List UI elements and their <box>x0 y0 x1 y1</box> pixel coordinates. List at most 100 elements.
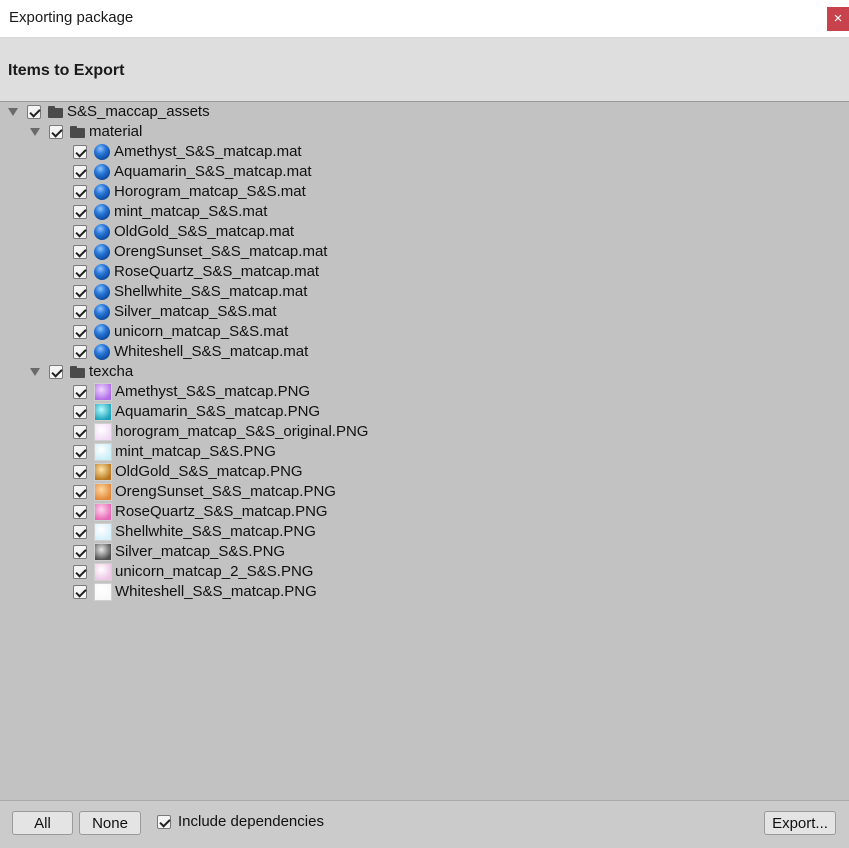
file-label: Silver_matcap_S&S.PNG <box>115 543 286 560</box>
texture-thumbnail-icon <box>94 403 112 421</box>
file-label: mint_matcap_S&S.mat <box>114 203 268 220</box>
tree-file-row[interactable]: Amethyst_S&S_matcap.PNG <box>73 382 310 402</box>
file-checkbox[interactable] <box>73 445 87 459</box>
all-button[interactable]: All <box>12 811 73 835</box>
tree-file-row[interactable]: Horogram_matcap_S&S.mat <box>73 182 306 202</box>
file-label: mint_matcap_S&S.PNG <box>115 443 276 460</box>
tree-file-row[interactable]: mint_matcap_S&S.mat <box>73 202 267 222</box>
material-sphere-icon <box>94 164 110 180</box>
file-checkbox[interactable] <box>73 385 87 399</box>
folder-checkbox[interactable] <box>49 365 63 379</box>
texture-thumbnail-icon <box>94 483 112 501</box>
file-checkbox[interactable] <box>73 405 87 419</box>
root-checkbox[interactable] <box>27 105 41 119</box>
tree-file-row[interactable]: OldGold_S&S_matcap.PNG <box>73 462 303 482</box>
root-folder-label: S&S_maccap_assets <box>67 103 210 120</box>
file-checkbox[interactable] <box>73 325 87 339</box>
expand-arrow-icon[interactable] <box>30 368 40 376</box>
file-checkbox[interactable] <box>73 465 87 479</box>
tree-file-row[interactable]: unicorn_matcap_2_S&S.PNG <box>73 562 313 582</box>
file-checkbox[interactable] <box>73 245 87 259</box>
texture-thumbnail-icon <box>94 423 112 441</box>
folder-checkbox[interactable] <box>49 125 63 139</box>
tree-file-row[interactable]: mint_matcap_S&S.PNG <box>73 442 276 462</box>
tree-file-row[interactable]: Aquamarin_S&S_matcap.mat <box>73 162 312 182</box>
tree-file-row[interactable]: RoseQuartz_S&S_matcap.mat <box>73 262 319 282</box>
tree-file-row[interactable]: Shellwhite_S&S_matcap.mat <box>73 282 307 302</box>
texture-thumbnail-icon <box>94 583 112 601</box>
export-tree: S&S_maccap_assets material Amethyst_S&S_m… <box>0 102 849 800</box>
window-title: Exporting package <box>9 9 134 26</box>
file-checkbox[interactable] <box>73 305 87 319</box>
items-header: Items to Export <box>0 38 849 102</box>
material-sphere-icon <box>94 344 110 360</box>
file-checkbox[interactable] <box>73 425 87 439</box>
file-label: RoseQuartz_S&S_matcap.PNG <box>115 503 328 520</box>
include-dependencies-checkbox[interactable] <box>157 814 171 829</box>
tree-file-row[interactable]: Amethyst_S&S_matcap.mat <box>73 142 302 162</box>
file-checkbox[interactable] <box>73 525 87 539</box>
file-label: Amethyst_S&S_matcap.mat <box>114 143 302 160</box>
expand-arrow-icon[interactable] <box>30 128 40 136</box>
tree-folder-row[interactable]: texcha <box>30 362 133 382</box>
file-checkbox[interactable] <box>73 585 87 599</box>
file-label: Shellwhite_S&S_matcap.PNG <box>115 523 316 540</box>
folder-icon <box>70 126 85 138</box>
material-sphere-icon <box>94 184 110 200</box>
none-button[interactable]: None <box>79 811 141 835</box>
file-checkbox[interactable] <box>73 505 87 519</box>
texture-thumbnail-icon <box>94 503 112 521</box>
file-checkbox[interactable] <box>73 225 87 239</box>
material-sphere-icon <box>94 324 110 340</box>
texture-thumbnail-icon <box>94 523 112 541</box>
tree-file-row[interactable]: RoseQuartz_S&S_matcap.PNG <box>73 502 328 522</box>
tree-file-row[interactable]: OrengSunset_S&S_matcap.PNG <box>73 482 336 502</box>
tree-file-row[interactable]: Aquamarin_S&S_matcap.PNG <box>73 402 320 422</box>
export-button[interactable]: Export... <box>764 811 836 835</box>
tree-root-row[interactable]: S&S_maccap_assets <box>8 102 210 122</box>
file-checkbox[interactable] <box>73 185 87 199</box>
tree-file-row[interactable]: OrengSunset_S&S_matcap.mat <box>73 242 327 262</box>
file-checkbox[interactable] <box>73 565 87 579</box>
texture-thumbnail-icon <box>94 543 112 561</box>
tree-file-row[interactable]: Silver_matcap_S&S.PNG <box>73 542 285 562</box>
expand-arrow-icon[interactable] <box>8 108 18 116</box>
tree-file-row[interactable]: Whiteshell_S&S_matcap.mat <box>73 342 308 362</box>
file-label: unicorn_matcap_2_S&S.PNG <box>115 563 314 580</box>
tree-file-row[interactable]: unicorn_matcap_S&S.mat <box>73 322 288 342</box>
tree-file-row[interactable]: horogram_matcap_S&S_original.PNG <box>73 422 368 442</box>
material-sphere-icon <box>94 304 110 320</box>
file-checkbox[interactable] <box>73 545 87 559</box>
file-checkbox[interactable] <box>73 165 87 179</box>
file-label: unicorn_matcap_S&S.mat <box>114 323 289 340</box>
file-label: Horogram_matcap_S&S.mat <box>114 183 306 200</box>
file-label: OrengSunset_S&S_matcap.PNG <box>115 483 336 500</box>
include-dependencies-label: Include dependencies <box>178 813 324 830</box>
texture-thumbnail-icon <box>94 463 112 481</box>
footer-bar: All None Include dependencies Export... <box>0 800 849 848</box>
file-checkbox[interactable] <box>73 265 87 279</box>
file-checkbox[interactable] <box>73 285 87 299</box>
title-bar: Exporting package × <box>0 0 849 38</box>
tree-file-row[interactable]: Shellwhite_S&S_matcap.PNG <box>73 522 316 542</box>
material-sphere-icon <box>94 144 110 160</box>
material-sphere-icon <box>94 284 110 300</box>
tree-folder-row[interactable]: material <box>30 122 142 142</box>
file-checkbox[interactable] <box>73 345 87 359</box>
close-button[interactable]: × <box>827 7 849 31</box>
file-checkbox[interactable] <box>73 145 87 159</box>
tree-file-row[interactable]: OldGold_S&S_matcap.mat <box>73 222 294 242</box>
file-label: Shellwhite_S&S_matcap.mat <box>114 283 308 300</box>
texture-thumbnail-icon <box>94 563 112 581</box>
texture-thumbnail-icon <box>94 383 112 401</box>
tree-file-row[interactable]: Whiteshell_S&S_matcap.PNG <box>73 582 317 602</box>
material-sphere-icon <box>94 224 110 240</box>
include-dependencies-toggle[interactable]: Include dependencies <box>157 813 324 830</box>
file-label: OldGold_S&S_matcap.mat <box>114 223 295 240</box>
file-label: Whiteshell_S&S_matcap.PNG <box>115 583 317 600</box>
file-label: OrengSunset_S&S_matcap.mat <box>114 243 328 260</box>
file-label: Whiteshell_S&S_matcap.mat <box>114 343 309 360</box>
tree-file-row[interactable]: Silver_matcap_S&S.mat <box>73 302 277 322</box>
file-checkbox[interactable] <box>73 205 87 219</box>
file-checkbox[interactable] <box>73 485 87 499</box>
